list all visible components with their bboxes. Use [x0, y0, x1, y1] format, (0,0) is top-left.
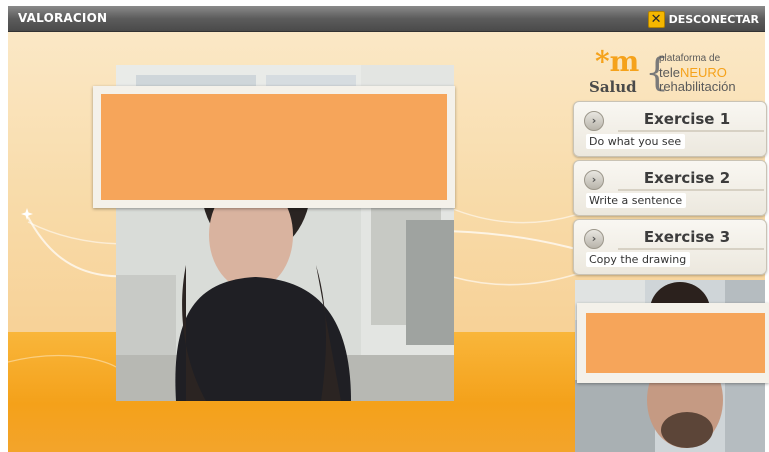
disconnect-button[interactable]: ✕ DESCONECTAR — [647, 10, 759, 28]
logo-line-1: plataforma de — [659, 53, 721, 64]
logo-line-3: rehabilitación — [659, 79, 736, 94]
redaction-overlay-self — [577, 303, 769, 383]
title-bar: VALORACION ✕ DESCONECTAR — [8, 6, 765, 32]
exercise-description: Do what you see — [586, 134, 686, 149]
exercise-title: Exercise 2 — [643, 169, 731, 187]
exercise-card-2[interactable]: › Exercise 2 Write a sentence — [573, 160, 767, 216]
chevron-right-icon: › — [584, 111, 604, 131]
telerehab-session-window: VALORACION ✕ DESCONECTAR *m Salud {plat… — [0, 0, 769, 452]
exercise-description: Write a sentence — [586, 193, 687, 208]
redaction-overlay-main — [93, 86, 455, 208]
exercise-title: Exercise 3 — [643, 228, 731, 246]
logo-line-2: teleNEURO — [659, 65, 727, 80]
exercise-card-1[interactable]: › Exercise 1 Do what you see — [573, 101, 767, 157]
exercise-title: Exercise 1 — [643, 110, 731, 128]
sparkle-icon — [21, 208, 33, 220]
logo-mark: *m — [595, 45, 640, 78]
chevron-right-icon: › — [584, 170, 604, 190]
exercise-description: Copy the drawing — [586, 252, 691, 267]
window-title: VALORACION — [18, 11, 108, 25]
msalud-logo: *m Salud { plataforma de teleNEURO rehab… — [585, 48, 765, 100]
exercise-card-3[interactable]: › Exercise 3 Copy the drawing — [573, 219, 767, 275]
disconnect-label: DESCONECTAR — [668, 12, 759, 26]
chevron-right-icon: › — [584, 229, 604, 249]
close-x-icon: ✕ — [647, 10, 665, 28]
logo-brand: Salud — [589, 78, 637, 96]
